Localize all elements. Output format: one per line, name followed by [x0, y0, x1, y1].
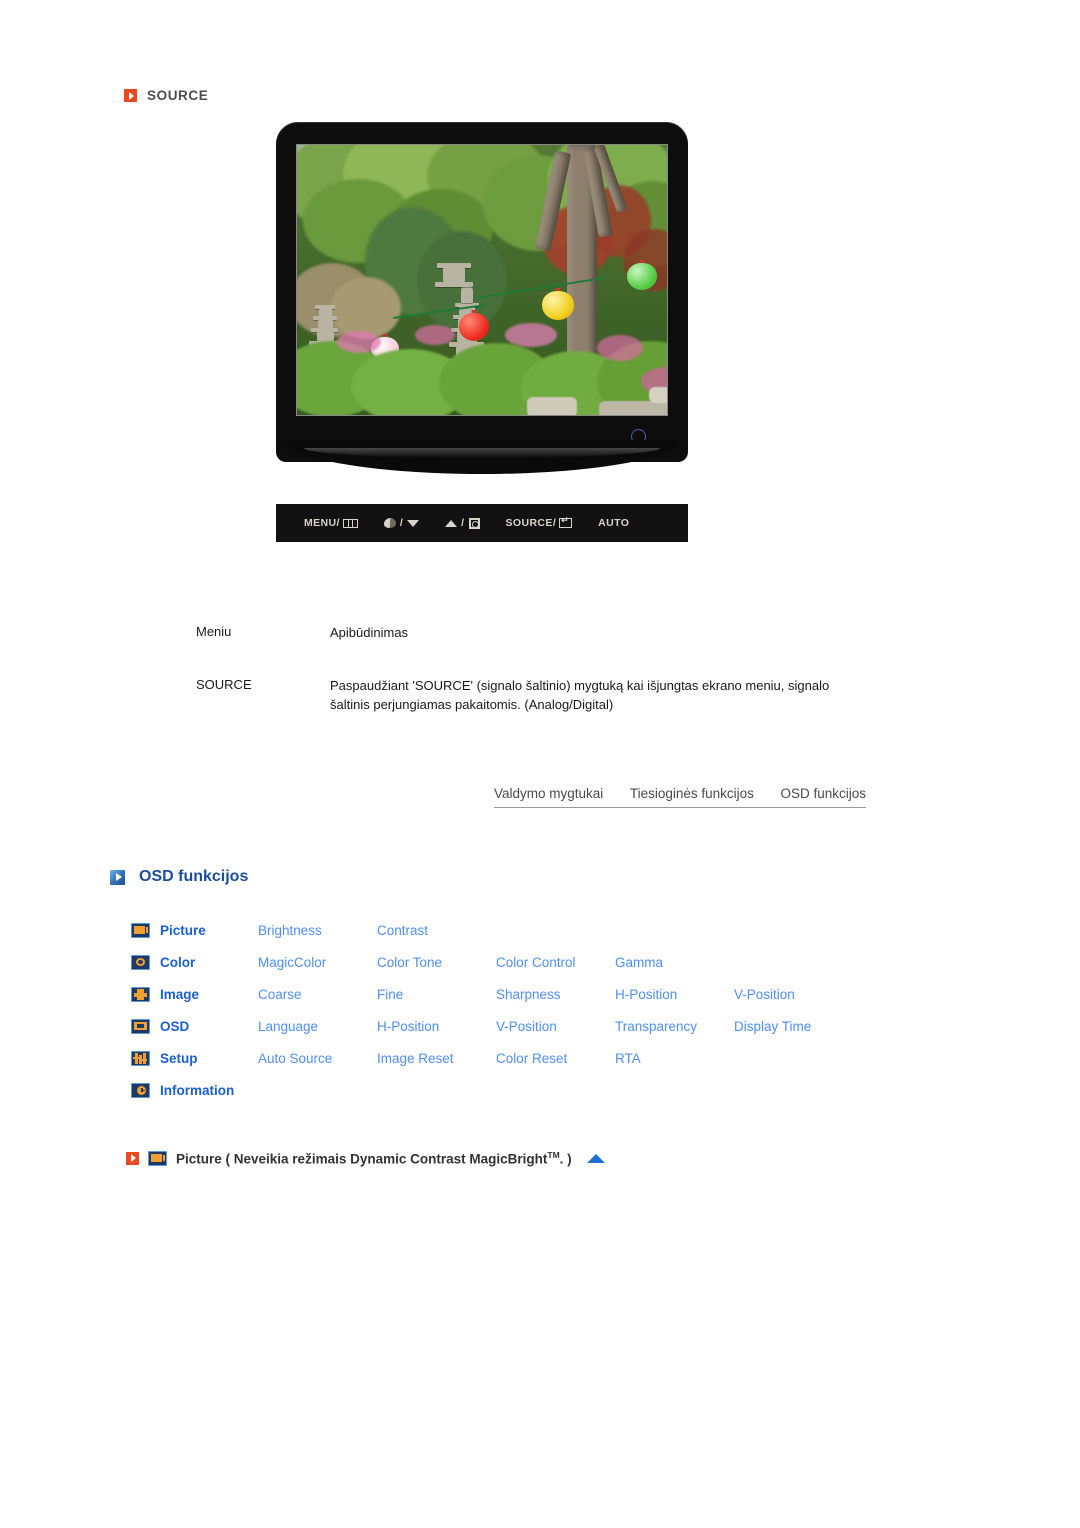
- osd-item-color-control[interactable]: Color Control: [496, 955, 615, 970]
- osd-item-sharpness[interactable]: Sharpness: [496, 987, 615, 1002]
- menu-button-label: MENU/: [304, 517, 340, 529]
- image-icon: [131, 986, 150, 1002]
- osd-item-image-reset[interactable]: Image Reset: [377, 1051, 496, 1066]
- enter-icon: [559, 515, 573, 528]
- osd-item-color-reset[interactable]: Color Reset: [496, 1051, 615, 1066]
- orange-arrow-icon: [124, 89, 137, 102]
- osd-category-information[interactable]: Information: [160, 1083, 234, 1098]
- orange-arrow-icon: [126, 1151, 139, 1165]
- osd-category-setup[interactable]: Setup: [160, 1051, 258, 1066]
- osd-item-h-position[interactable]: H-Position: [377, 1019, 496, 1034]
- osd-heading-label: OSD funkcijos: [139, 868, 249, 885]
- osd-item-color-tone[interactable]: Color Tone: [377, 955, 496, 970]
- manual-page: SOURCE MENU/ / / SOURCE/ ↵ AUTO Meniu Ap…: [0, 0, 1080, 1528]
- source-button-label: SOURCE/: [505, 517, 557, 529]
- osd-item-transparency[interactable]: Transparency: [615, 1019, 734, 1034]
- top-triangle-icon[interactable]: [586, 1153, 605, 1163]
- osd-item-coarse[interactable]: Coarse: [258, 987, 377, 1002]
- lantern-yellow: [542, 291, 574, 320]
- setup-icon: [131, 1050, 150, 1066]
- separator-slash: /: [399, 517, 404, 529]
- monitor-screen: [296, 144, 668, 416]
- tab-tiesiogines-funkcijos[interactable]: Tiesioginės funkcijos: [630, 786, 754, 801]
- osd-item-brightness[interactable]: Brightness: [258, 923, 377, 938]
- osd-item-h-position[interactable]: H-Position: [615, 987, 734, 1002]
- menu-button[interactable]: MENU/: [304, 517, 358, 529]
- osd-category-picture[interactable]: Picture: [160, 923, 258, 938]
- osd-item-fine[interactable]: Fine: [377, 987, 496, 1002]
- lantern-red: [459, 313, 489, 341]
- tab-valdymo-mygtukai[interactable]: Valdymo mygtukai: [494, 786, 603, 801]
- contrast-down-button[interactable]: /: [383, 517, 420, 529]
- osd-row-setup: Setup Auto Source Image Reset Color Rese…: [131, 1042, 853, 1074]
- source-heading-label: SOURCE: [147, 88, 209, 103]
- trademark-superscript: TM: [547, 1150, 560, 1160]
- osd-item-gamma[interactable]: Gamma: [615, 955, 734, 970]
- lantern-green: [627, 263, 657, 290]
- section-tabbar: Valdymo mygtukai Tiesioginės funkcijos O…: [494, 786, 866, 808]
- osd-category-image[interactable]: Image: [160, 987, 258, 1002]
- osd-category-color[interactable]: Color: [160, 955, 258, 970]
- picture-icon: [131, 922, 150, 938]
- osd-item-auto-source[interactable]: Auto Source: [258, 1051, 377, 1066]
- osd-row-image: Image Coarse Fine Sharpness H-Position V…: [131, 978, 853, 1010]
- osd-row-color: Color MagicColor Color Tone Color Contro…: [131, 946, 853, 978]
- brightness-sun-icon: [469, 518, 480, 529]
- tab-osd-funkcijos[interactable]: OSD funkcijos: [780, 786, 866, 801]
- osd-category-osd[interactable]: OSD: [160, 1019, 258, 1034]
- monitor-bezel: [276, 122, 688, 462]
- monitor-control-bar: MENU/ / / SOURCE/ AUTO: [276, 504, 688, 542]
- osd-item-v-position[interactable]: V-Position: [496, 1019, 615, 1034]
- information-icon: [131, 1082, 150, 1098]
- row-description-text: Paspaudžiant 'SOURCE' (signalo šaltinio)…: [330, 677, 830, 712]
- table-row: SOURCE Paspaudžiant 'SOURCE' (signalo ša…: [0, 677, 1080, 715]
- osd-item-contrast[interactable]: Contrast: [377, 923, 496, 938]
- osd-menu-grid: Picture Brightness Contrast Color MagicC…: [131, 914, 853, 1106]
- osd-item-magiccolor[interactable]: MagicColor: [258, 955, 377, 970]
- picture-title-tail: . ): [559, 1151, 572, 1167]
- menu-icon: [342, 518, 358, 528]
- source-description-table: Meniu Apibūdinimas SOURCE Paspaudžiant '…: [0, 624, 1080, 715]
- osd-item-display-time[interactable]: Display Time: [734, 1019, 853, 1034]
- screen-photo-garden: [297, 145, 667, 415]
- osd-item-language[interactable]: Language: [258, 1019, 377, 1034]
- contrast-icon: [383, 518, 397, 528]
- brightness-up-button[interactable]: /: [445, 517, 479, 529]
- osd-item-rta[interactable]: RTA: [615, 1051, 734, 1066]
- color-icon: [131, 954, 150, 970]
- osd-section-heading: OSD funkcijos: [110, 868, 248, 886]
- osd-row-osd: OSD Language H-Position V-Position Trans…: [131, 1010, 853, 1042]
- triangle-down-icon: [407, 519, 420, 527]
- source-button[interactable]: SOURCE/: [505, 515, 573, 529]
- column-header-menu: Meniu: [196, 624, 232, 639]
- osd-item-v-position[interactable]: V-Position: [734, 987, 853, 1002]
- triangle-up-icon: [445, 519, 458, 527]
- monitor-illustration: [276, 122, 688, 474]
- osd-icon: [131, 1018, 150, 1034]
- auto-button[interactable]: AUTO: [598, 517, 629, 529]
- osd-row-picture: Picture Brightness Contrast: [131, 914, 853, 946]
- column-header-description: Apibūdinimas: [330, 625, 409, 640]
- picture-section-heading: Picture ( Neveikia režimais Dynamic Cont…: [126, 1150, 605, 1167]
- picture-title-main: Picture ( Neveikia režimais Dynamic Cont…: [176, 1151, 548, 1167]
- picture-section-title: Picture ( Neveikia režimais Dynamic Cont…: [176, 1150, 572, 1167]
- table-header-row: Meniu Apibūdinimas: [0, 624, 1080, 643]
- row-menu-name: SOURCE: [196, 676, 252, 692]
- separator-slash: /: [461, 517, 465, 529]
- osd-row-information: Information: [131, 1074, 853, 1106]
- source-section-heading: SOURCE: [124, 88, 208, 103]
- picture-icon: [148, 1150, 167, 1166]
- blue-arrow-icon: [110, 869, 125, 885]
- auto-button-label: AUTO: [598, 517, 630, 529]
